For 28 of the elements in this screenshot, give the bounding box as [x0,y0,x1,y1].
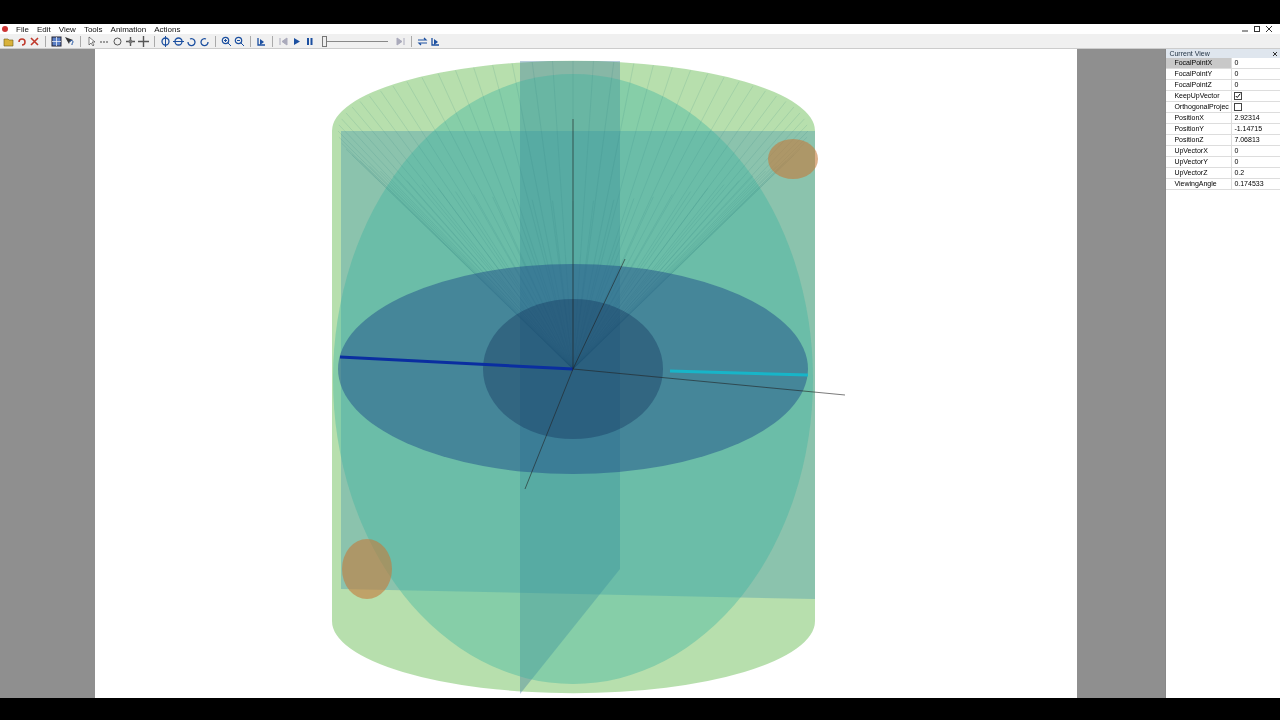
menu-item[interactable]: Actions [154,24,181,34]
folder-icon[interactable] [3,35,14,47]
zoom-in-icon[interactable] [221,35,232,47]
slider-thumb[interactable] [322,35,327,47]
menu-item[interactable]: Tools [83,24,103,34]
move-icon[interactable] [125,35,136,47]
checkbox[interactable] [1234,103,1243,111]
play-icon[interactable] [291,35,302,47]
crosshair-icon[interactable] [138,35,149,47]
app-icon[interactable] [2,26,8,32]
grid-icon[interactable] [51,35,62,47]
timeline-slider[interactable] [322,35,388,47]
undo-icon[interactable] [16,35,27,47]
fit-icon[interactable] [256,35,267,47]
close-icon[interactable] [1273,51,1277,56]
zoom-out-icon[interactable] [234,35,245,47]
intersection-patch [767,139,818,179]
restore-icon[interactable] [1254,26,1260,32]
menu-item[interactable]: View [58,24,76,34]
intersection-patch [341,539,392,599]
menu-item[interactable]: Edit [36,24,51,34]
checkbox[interactable] [1234,92,1243,100]
loop-icon[interactable] [417,35,428,47]
menu-item[interactable]: Animation [110,24,147,34]
close-icon[interactable] [1266,26,1272,32]
pause-icon[interactable] [304,35,315,47]
menu-item[interactable]: File [16,24,29,34]
pointer-icon[interactable] [86,35,97,47]
